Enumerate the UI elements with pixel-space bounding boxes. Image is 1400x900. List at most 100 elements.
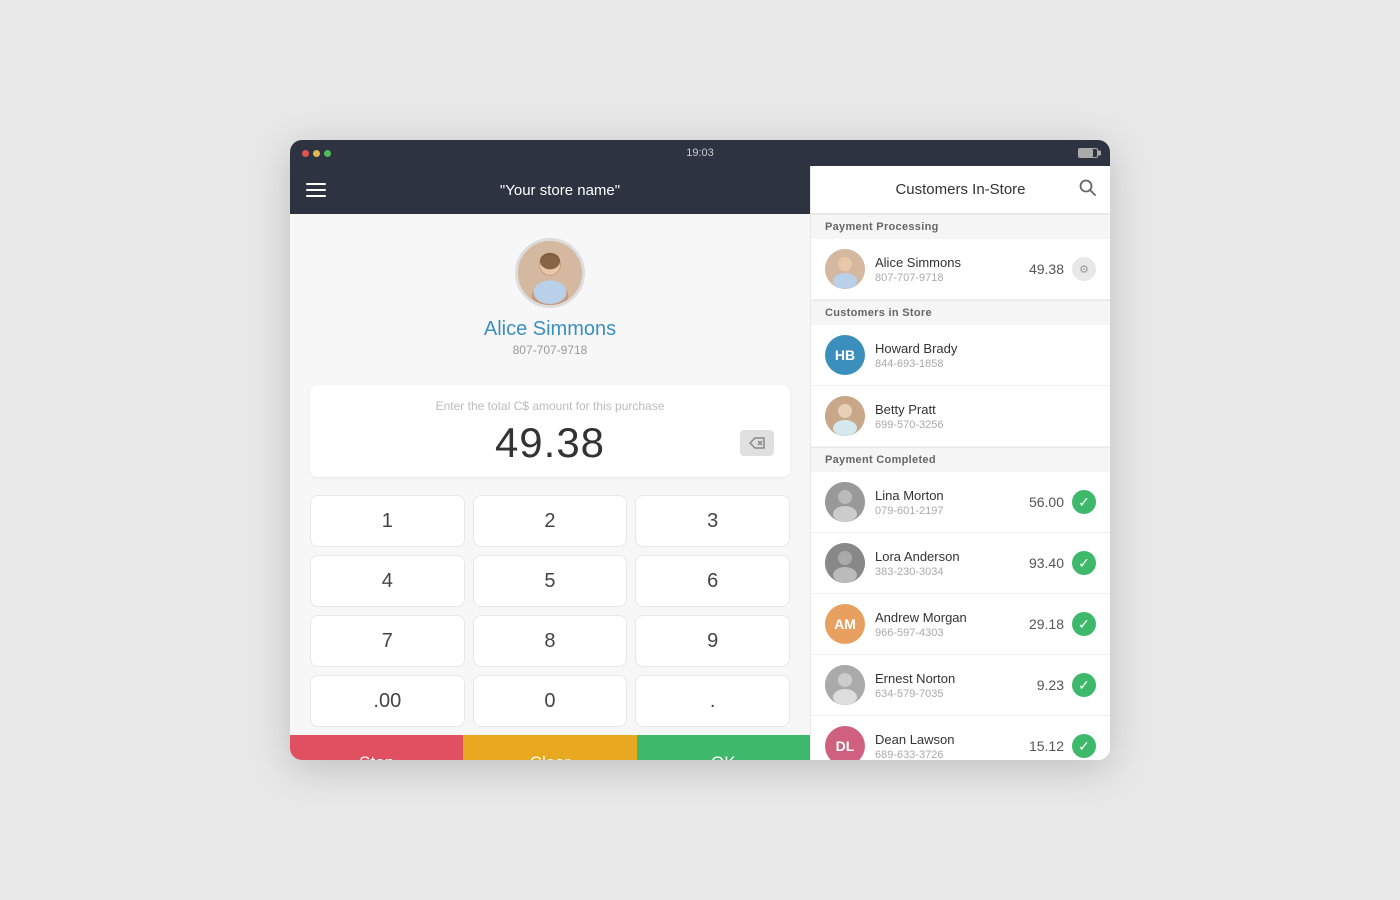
customer-avatar-dean: DL	[825, 726, 865, 760]
hamburger-line-3	[306, 195, 326, 197]
status-complete-lina: ✓	[1072, 490, 1096, 514]
customer-name-lora: Lora Anderson	[875, 549, 1029, 564]
customer-row-lora[interactable]: Lora Anderson 383-230-3034 93.40 ✓	[811, 533, 1110, 594]
customer-row-betty[interactable]: Betty Pratt 699-570-3256	[811, 386, 1110, 447]
customer-phone-ernest: 634-579-7035	[875, 688, 1037, 700]
clear-button[interactable]: Clear	[463, 735, 636, 760]
customer-name-ernest: Ernest Norton	[875, 671, 1037, 686]
status-time: 19:03	[686, 147, 714, 159]
avatar	[515, 238, 585, 308]
key-double-zero[interactable]: .00	[310, 675, 465, 727]
keypad: 1 2 3 4 5 6 7 8 9 .00 0 .	[290, 487, 810, 735]
customer-info-alice: Alice Simmons 807-707-9718	[875, 255, 1029, 284]
right-panel-title: Customers In-Store	[895, 181, 1025, 198]
backspace-button[interactable]	[740, 430, 774, 456]
customer-phone-betty: 699-570-3256	[875, 419, 1096, 431]
key-1[interactable]: 1	[310, 495, 465, 547]
stop-button[interactable]: Stop	[290, 735, 463, 760]
key-4[interactable]: 4	[310, 555, 465, 607]
customer-amount-alice: 49.38	[1029, 261, 1064, 277]
customer-amount-dean: 15.12	[1029, 738, 1064, 754]
customer-info-ernest: Ernest Norton 634-579-7035	[875, 671, 1037, 700]
search-icon	[1079, 179, 1096, 196]
customer-name-howard: Howard Brady	[875, 341, 1096, 356]
customer-row-dean[interactable]: DL Dean Lawson 689-633-3726 15.12 ✓	[811, 716, 1110, 760]
user-phone: 807-707-9718	[513, 343, 588, 357]
amount-section: Enter the total C$ amount for this purch…	[310, 385, 790, 477]
section-customers-in-store: Customers in Store	[811, 300, 1110, 325]
battery-indicator	[1078, 148, 1098, 158]
customer-amount-lora: 93.40	[1029, 555, 1064, 571]
backspace-icon	[749, 437, 765, 449]
key-7[interactable]: 7	[310, 615, 465, 667]
key-3[interactable]: 3	[635, 495, 790, 547]
menu-button[interactable]	[306, 183, 326, 197]
amount-hint: Enter the total C$ amount for this purch…	[326, 399, 774, 413]
status-complete-dean: ✓	[1072, 734, 1096, 758]
dot-yellow[interactable]	[313, 150, 320, 157]
customer-info-lina: Lina Morton 079-601-2197	[875, 488, 1029, 517]
user-name: Alice Simmons	[484, 318, 616, 341]
right-header: Customers In-Store	[811, 166, 1110, 214]
customer-name-lina: Lina Morton	[875, 488, 1029, 503]
status-complete-andrew: ✓	[1072, 612, 1096, 636]
main-content: "Your store name" Alice Simmons 807-707-…	[290, 166, 1110, 760]
customer-row-andrew[interactable]: AM Andrew Morgan 966-597-4303 29.18 ✓	[811, 594, 1110, 655]
key-dot[interactable]: .	[635, 675, 790, 727]
ok-button[interactable]: OK	[637, 735, 810, 760]
customer-name-alice: Alice Simmons	[875, 255, 1029, 270]
key-8[interactable]: 8	[473, 615, 628, 667]
customer-list: Payment Processing Alice Simmons 807-707…	[811, 214, 1110, 760]
customer-amount-ernest: 9.23	[1037, 677, 1064, 693]
key-9[interactable]: 9	[635, 615, 790, 667]
user-profile: Alice Simmons 807-707-9718	[290, 214, 810, 369]
battery-icon	[1078, 148, 1098, 158]
battery-fill	[1079, 149, 1093, 157]
customer-avatar-andrew: AM	[825, 604, 865, 644]
action-buttons: Stop Clear OK	[290, 735, 810, 760]
amount-value: 49.38	[495, 419, 605, 467]
customer-row-howard[interactable]: HB Howard Brady 844-693-1858	[811, 325, 1110, 386]
customer-info-dean: Dean Lawson 689-633-3726	[875, 732, 1029, 761]
store-name: "Your store name"	[326, 182, 794, 199]
left-header: "Your store name"	[290, 166, 810, 214]
dot-green[interactable]	[324, 150, 331, 157]
customer-row-ernest[interactable]: Ernest Norton 634-579-7035 9.23 ✓	[811, 655, 1110, 716]
customer-name-andrew: Andrew Morgan	[875, 610, 1029, 625]
key-6[interactable]: 6	[635, 555, 790, 607]
status-complete-lora: ✓	[1072, 551, 1096, 575]
customer-amount-lina: 56.00	[1029, 494, 1064, 510]
hamburger-line-1	[306, 183, 326, 185]
customer-name-dean: Dean Lawson	[875, 732, 1029, 747]
customer-avatar-howard: HB	[825, 335, 865, 375]
hamburger-line-2	[306, 189, 326, 191]
key-2[interactable]: 2	[473, 495, 628, 547]
customer-avatar-lina	[825, 482, 865, 522]
customer-phone-lora: 383-230-3034	[875, 566, 1029, 578]
customer-info-andrew: Andrew Morgan 966-597-4303	[875, 610, 1029, 639]
section-payment-completed: Payment Completed	[811, 447, 1110, 472]
right-panel: Customers In-Store Payment Processing	[810, 166, 1110, 760]
customer-avatar-ernest	[825, 665, 865, 705]
customer-avatar-betty	[825, 396, 865, 436]
customer-phone-dean: 689-633-3726	[875, 749, 1029, 761]
customer-info-lora: Lora Anderson 383-230-3034	[875, 549, 1029, 578]
key-5[interactable]: 5	[473, 555, 628, 607]
customer-avatar-lora	[825, 543, 865, 583]
customer-phone-andrew: 966-597-4303	[875, 627, 1029, 639]
avatar-image	[518, 238, 582, 308]
device-frame: 19:03 "Your store name"	[290, 140, 1110, 760]
key-0[interactable]: 0	[473, 675, 628, 727]
search-button[interactable]	[1079, 179, 1096, 201]
customer-row-lina[interactable]: Lina Morton 079-601-2197 56.00 ✓	[811, 472, 1110, 533]
amount-display: 49.38	[326, 419, 774, 467]
section-payment-processing: Payment Processing	[811, 214, 1110, 239]
customer-row-alice[interactable]: Alice Simmons 807-707-9718 49.38 ⚙	[811, 239, 1110, 300]
customer-amount-andrew: 29.18	[1029, 616, 1064, 632]
customer-phone-alice: 807-707-9718	[875, 272, 1029, 284]
customer-name-betty: Betty Pratt	[875, 402, 1096, 417]
customer-info-betty: Betty Pratt 699-570-3256	[875, 402, 1096, 431]
dot-red[interactable]	[302, 150, 309, 157]
customer-phone-lina: 079-601-2197	[875, 505, 1029, 517]
customer-phone-howard: 844-693-1858	[875, 358, 1096, 370]
